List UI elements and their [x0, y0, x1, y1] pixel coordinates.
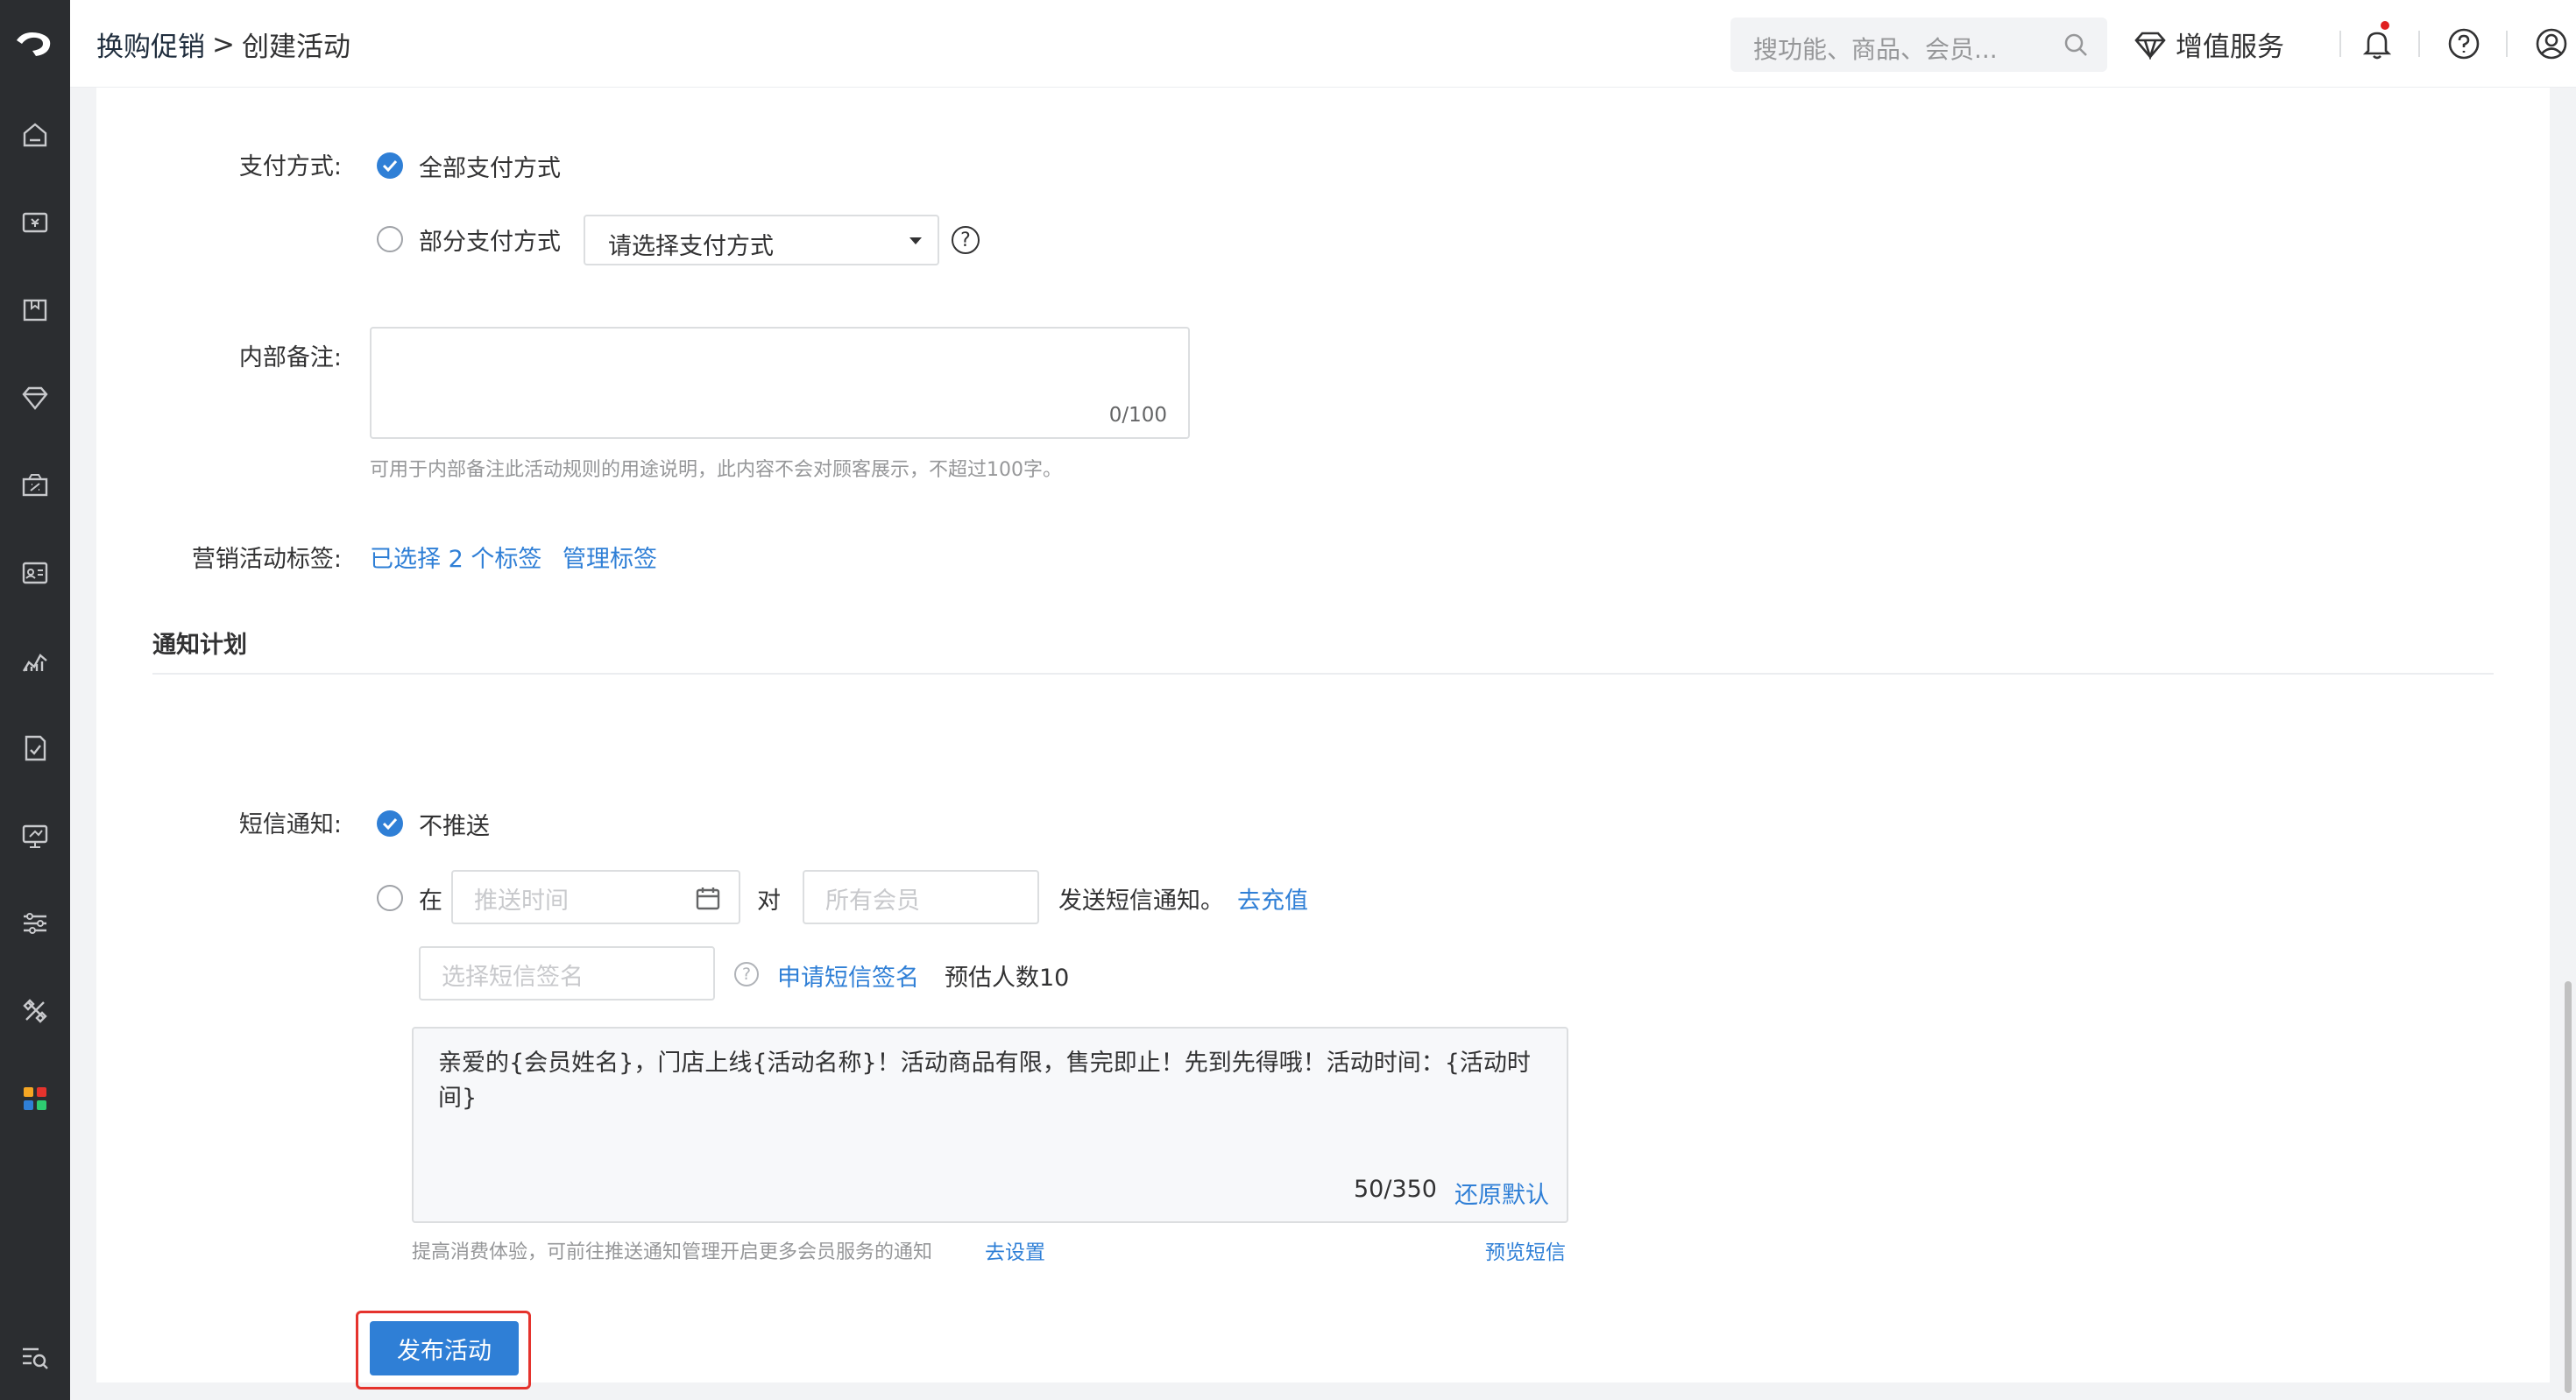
- tags-label: 营销活动标签:: [191, 546, 342, 573]
- payment-method-select[interactable]: 请选择支付方式: [584, 215, 939, 265]
- payment-method-placeholder: 请选择支付方式: [608, 233, 774, 260]
- bell-icon[interactable]: [2360, 26, 2395, 61]
- calendar-icon: [695, 885, 721, 915]
- plugin-icon[interactable]: [18, 993, 53, 1029]
- notify-section-title: 通知计划: [152, 632, 247, 659]
- scrollbar-thumb[interactable]: [2565, 981, 2572, 1393]
- goods-icon[interactable]: [18, 293, 53, 328]
- breadcrumb-separator: >: [212, 28, 235, 60]
- go-settings-link[interactable]: 去设置: [985, 1235, 1045, 1265]
- top-bar: 换购促销 > 创建活动 搜功能、商品、会员... 增值服务: [70, 0, 2576, 88]
- members-placeholder: 所有会员: [825, 887, 920, 915]
- help-icon[interactable]: [2446, 26, 2481, 61]
- breadcrumb-current: 创建活动: [241, 32, 350, 63]
- recharge-link[interactable]: 去充值: [1237, 881, 1308, 916]
- manage-tags-link[interactable]: 管理标签: [563, 540, 657, 574]
- sms-to-label: 对: [757, 887, 781, 915]
- apps-icon[interactable]: [18, 1081, 53, 1116]
- user-icon[interactable]: [2534, 26, 2569, 61]
- search-placeholder: 搜功能、商品、会员...: [1753, 35, 1998, 64]
- finance-icon[interactable]: [18, 731, 53, 766]
- settings-icon[interactable]: [18, 906, 53, 941]
- publish-button[interactable]: 发布活动: [370, 1321, 519, 1375]
- marketing-icon[interactable]: [18, 468, 53, 503]
- home-icon[interactable]: [18, 117, 53, 152]
- remark-label: 内部备注:: [238, 344, 342, 371]
- sms-sign-help-icon[interactable]: ?: [734, 962, 759, 986]
- member-icon[interactable]: [18, 380, 53, 415]
- value-added-services-label: 增值服务: [2176, 32, 2284, 63]
- logo-icon[interactable]: [0, 0, 70, 88]
- payment-partial-radio[interactable]: [377, 226, 403, 252]
- breadcrumb: 换购促销 > 创建活动: [96, 25, 350, 64]
- members-select[interactable]: 所有会员: [803, 870, 1039, 924]
- payment-partial-label[interactable]: 部分支付方式: [419, 223, 561, 257]
- notification-dot: [2381, 21, 2389, 30]
- sms-sign-placeholder: 选择短信签名: [442, 964, 584, 991]
- search-menu-icon[interactable]: [18, 1340, 53, 1375]
- send-sms-text: 发送短信通知。: [1058, 887, 1224, 915]
- payment-all-radio[interactable]: [377, 152, 403, 179]
- sms-at-label: 在: [419, 887, 442, 915]
- payment-label: 支付方式:: [238, 153, 342, 180]
- shop-icon[interactable]: [18, 205, 53, 240]
- sms-content: 亲爱的{会员姓名}，门店上线{活动名称}！活动商品有限，售完即止！先到先得哦！活…: [438, 1050, 1531, 1112]
- payment-help-icon[interactable]: ?: [952, 226, 980, 254]
- sms-content-editor[interactable]: 亲爱的{会员姓名}，门店上线{活动名称}！活动商品有限，售完即止！先到先得哦！活…: [412, 1027, 1568, 1223]
- sms-no-push-label[interactable]: 不推送: [419, 807, 490, 841]
- breadcrumb-parent[interactable]: 换购促销: [96, 25, 205, 64]
- main-content: 支付方式: 全部支付方式 部分支付方式 请选择支付方式 ? 内部备注: 0/10…: [96, 88, 2550, 1389]
- divider: [2418, 31, 2420, 57]
- restore-default-link[interactable]: 还原默认: [1454, 1176, 1549, 1210]
- divider: [2339, 31, 2341, 57]
- payment-all-label[interactable]: 全部支付方式: [419, 149, 561, 183]
- preview-sms-link[interactable]: 预览短信: [1485, 1235, 1566, 1265]
- selected-tags-link[interactable]: 已选择 2 个标签: [370, 540, 541, 574]
- chevron-down-icon: [909, 237, 922, 244]
- notify-tip: 提高消费体验，可前往推送通知管理开启更多会员服务的通知: [412, 1241, 933, 1263]
- section-divider: [152, 673, 2494, 675]
- search-icon[interactable]: [2062, 31, 2090, 62]
- divider: [2506, 31, 2508, 57]
- sms-counter: 50/350: [1354, 1176, 1437, 1203]
- remark-counter: 0/100: [1108, 404, 1167, 427]
- sms-schedule-radio[interactable]: [377, 885, 403, 911]
- sidebar: [0, 0, 70, 1400]
- data-icon[interactable]: [18, 643, 53, 678]
- diamond-icon: [2134, 32, 2166, 60]
- customer-icon[interactable]: [18, 555, 53, 590]
- store-icon[interactable]: [18, 818, 53, 853]
- sms-no-push-radio[interactable]: [377, 810, 403, 837]
- value-added-services-button[interactable]: 增值服务: [2134, 25, 2284, 64]
- push-time-picker[interactable]: 推送时间: [451, 870, 740, 924]
- estimate-count: 预估人数10: [945, 965, 1070, 992]
- sms-sign-select[interactable]: 选择短信签名: [419, 946, 715, 1001]
- push-time-placeholder: 推送时间: [474, 887, 569, 915]
- remark-textarea[interactable]: 0/100: [370, 327, 1190, 439]
- global-search-input[interactable]: 搜功能、商品、会员...: [1730, 18, 2107, 72]
- apply-sign-link[interactable]: 申请短信签名: [777, 958, 919, 993]
- sms-label: 短信通知:: [238, 811, 342, 838]
- remark-hint: 可用于内部备注此活动规则的用途说明，此内容不会对顾客展示，不超过100字。: [370, 459, 1062, 481]
